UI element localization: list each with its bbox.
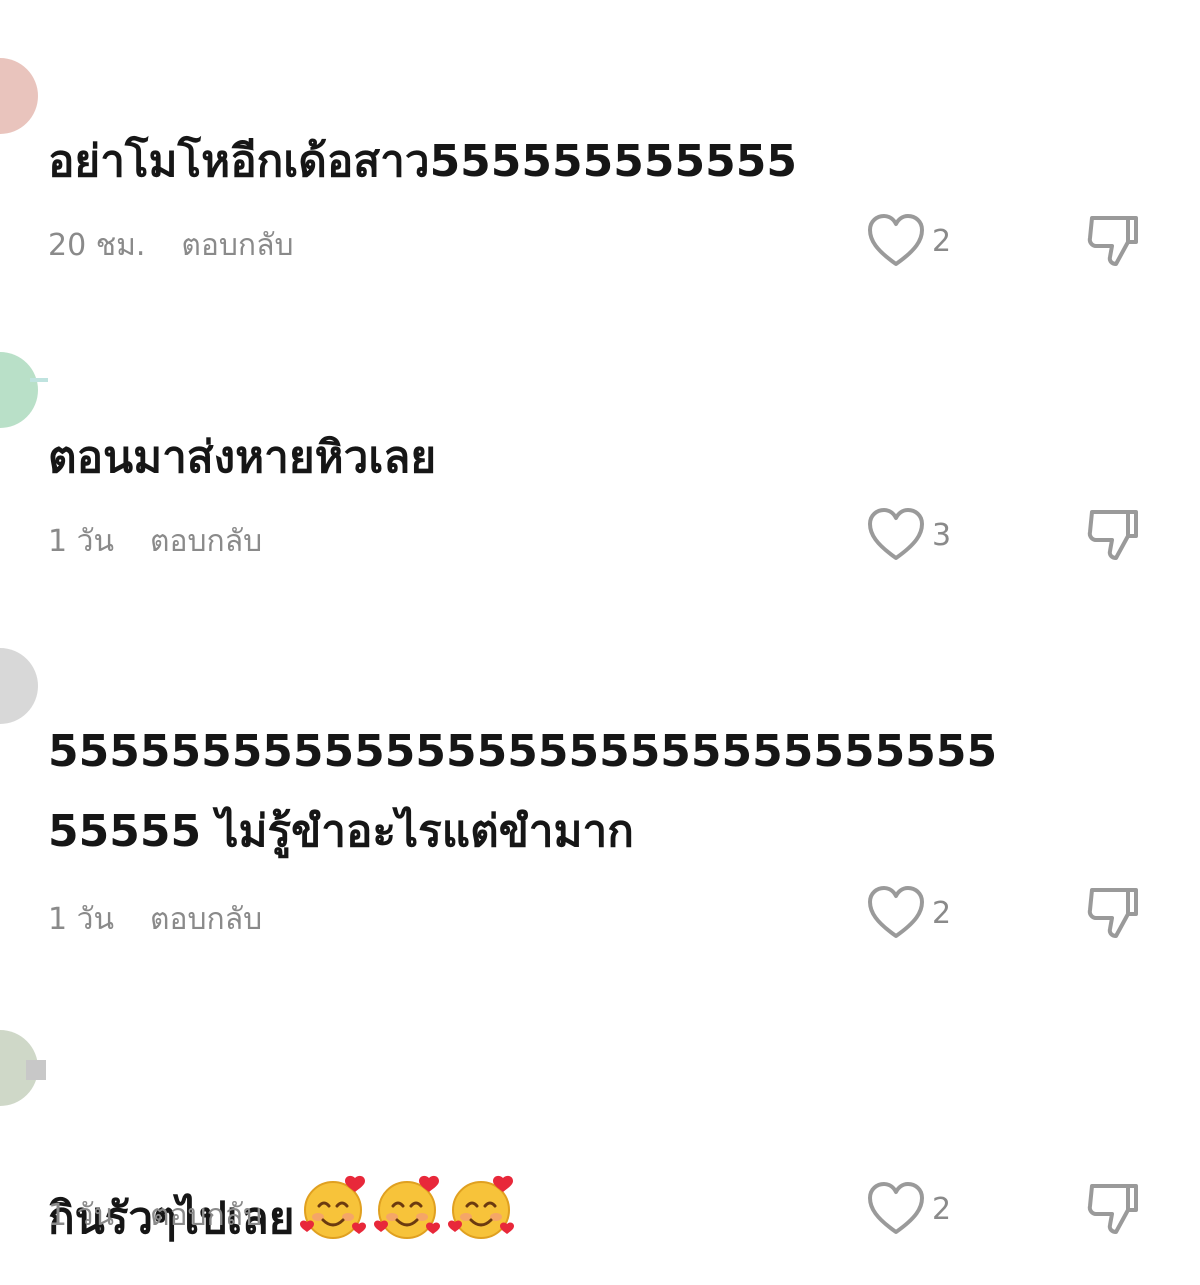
comment-text: ตอนมาส่งหายหิวเลย (48, 432, 437, 483)
thumbs-down-outline-icon (1087, 216, 1138, 266)
like-button[interactable]: 3 (866, 506, 951, 564)
smiling-face-with-hearts-icon (371, 1172, 443, 1270)
dislike-button[interactable] (1084, 212, 1142, 274)
comment-time: 1 วัน (48, 1198, 114, 1233)
avatar[interactable] (0, 648, 38, 724)
username-placeholder (30, 378, 48, 382)
thumbs-down-outline-icon (1087, 1184, 1138, 1234)
like-count: 2 (932, 223, 952, 259)
like-button[interactable]: 2 (866, 1180, 951, 1238)
dislike-button[interactable] (1084, 1180, 1142, 1242)
comment-meta: 20 ชม. ตอบกลับ (48, 222, 294, 269)
like-button[interactable]: 2 (866, 212, 951, 270)
dislike-button[interactable] (1084, 884, 1142, 946)
comment-time: 20 ชม. (48, 228, 146, 263)
reply-button[interactable]: ตอบกลับ (150, 518, 262, 565)
like-count: 3 (932, 517, 952, 553)
comment-time: 1 วัน (48, 524, 114, 559)
reply-button[interactable]: ตอบกลับ (181, 222, 293, 269)
thumbs-down-outline-icon (1087, 888, 1138, 938)
like-count: 2 (932, 895, 952, 931)
heart-outline-icon (868, 214, 924, 266)
dislike-button[interactable] (1084, 506, 1142, 568)
thumbs-down-outline-icon (1087, 510, 1138, 560)
heart-outline-icon (868, 1182, 924, 1234)
comment-meta: 1 วัน ตอบกลับ (48, 1192, 262, 1239)
like-button[interactable]: 2 (866, 884, 951, 942)
like-count: 2 (932, 1191, 952, 1227)
comment-meta: 1 วัน ตอบกลับ (48, 896, 262, 943)
heart-outline-icon (868, 508, 924, 560)
comment-time: 1 วัน (48, 902, 114, 937)
smiling-face-with-hearts-icon (297, 1172, 369, 1270)
comment-text: 5555555555555555555555555555555 55555 ไม… (48, 726, 998, 857)
smiling-face-with-hearts-icon (445, 1172, 517, 1270)
heart-outline-icon (868, 886, 924, 938)
avatar[interactable] (0, 352, 38, 428)
reply-button[interactable]: ตอบกลับ (150, 1192, 262, 1239)
avatar[interactable] (0, 58, 38, 134)
reply-button[interactable]: ตอบกลับ (150, 896, 262, 943)
username-placeholder (26, 1060, 46, 1080)
comment-meta: 1 วัน ตอบกลับ (48, 518, 262, 565)
comment-text: อย่าโมโหอีกเด้อสาว555555555555 (48, 136, 797, 187)
